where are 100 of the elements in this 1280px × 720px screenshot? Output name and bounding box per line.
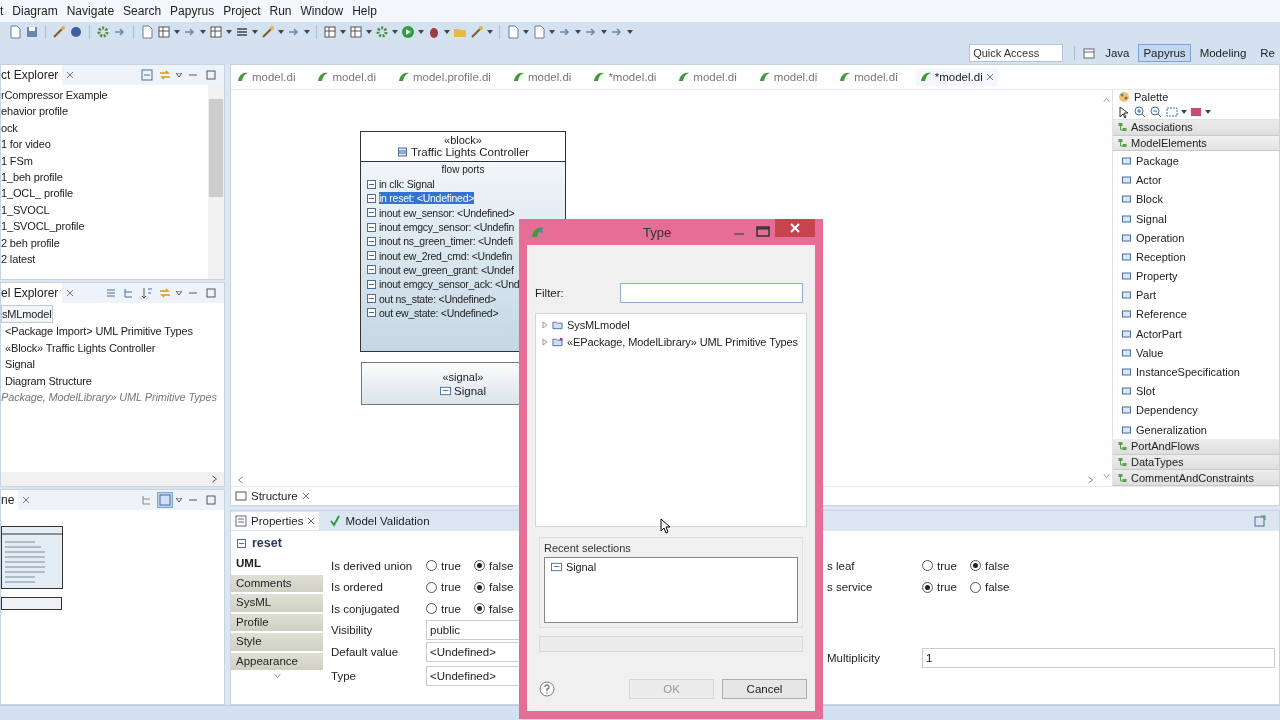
palette-tool[interactable]: Signal xyxy=(1121,208,1279,229)
scroll-right-icon[interactable] xyxy=(211,475,218,483)
scroll-down-icon[interactable] xyxy=(273,672,281,680)
close-icon[interactable] xyxy=(66,289,75,297)
caret-icon[interactable] xyxy=(1205,109,1211,114)
wand-icon[interactable] xyxy=(261,25,275,39)
wand-icon[interactable] xyxy=(470,25,484,39)
flow-port-label[interactable]: in reset: <Undefined> xyxy=(379,192,475,205)
palette-tool[interactable]: Reception xyxy=(1121,247,1279,267)
perspective-button[interactable]: Java xyxy=(1100,44,1135,62)
view-tab[interactable]: Properties xyxy=(231,512,320,530)
document-icon[interactable] xyxy=(140,25,154,39)
flow-port-label[interactable]: inout emgcy_sensor: <Undefin xyxy=(379,221,515,234)
gear-icon[interactable] xyxy=(96,25,110,39)
grid-icon[interactable] xyxy=(209,25,223,39)
palette-tool[interactable]: Value xyxy=(1121,343,1279,363)
tree-item[interactable]: <Package Import> UML Primitive Types xyxy=(1,323,224,340)
filter-field[interactable] xyxy=(620,283,803,303)
radio-button[interactable] xyxy=(474,581,485,593)
expand-icon[interactable] xyxy=(542,320,548,329)
editor-tab[interactable]: *model.di xyxy=(589,68,661,86)
palette-drawer[interactable]: PortAndFlows xyxy=(1113,439,1279,455)
list-item[interactable]: Signal xyxy=(566,560,596,573)
section-tab[interactable]: Appearance xyxy=(231,652,323,670)
caret-icon[interactable] xyxy=(418,30,424,34)
radio-button[interactable] xyxy=(970,560,981,572)
tree-item[interactable]: Diagram Structure xyxy=(1,372,224,389)
scroll-up-icon[interactable] xyxy=(1102,96,1110,104)
caret-icon[interactable] xyxy=(627,30,633,34)
menu-item[interactable]: Window xyxy=(300,4,344,18)
caret-icon[interactable] xyxy=(444,30,450,34)
view-menu-icon[interactable] xyxy=(176,498,182,502)
radio-button[interactable] xyxy=(426,560,437,572)
lines-icon[interactable] xyxy=(235,25,249,39)
dialog-button[interactable]: Cancel xyxy=(722,679,807,699)
palette-drawer[interactable]: Associations xyxy=(1113,120,1279,136)
tree-item[interactable]: Package, ModelLibrary» UML Primitive Types xyxy=(1,388,224,406)
caret-icon[interactable] xyxy=(226,30,232,34)
workspace-tree-item[interactable]: ehavior profile xyxy=(1,103,208,120)
grid-icon[interactable] xyxy=(323,25,337,39)
close-icon[interactable] xyxy=(22,496,31,504)
section-tab[interactable]: SysML xyxy=(231,594,323,612)
workspace-tree-item[interactable]: 1 for video xyxy=(1,136,208,153)
menu-item[interactable]: Papyrus xyxy=(170,4,215,18)
grid-icon[interactable] xyxy=(349,25,363,39)
view-menu-icon[interactable] xyxy=(176,291,182,295)
radio-button[interactable] xyxy=(922,581,933,593)
sphere-icon[interactable] xyxy=(69,25,83,39)
palette-tool[interactable]: Dependency xyxy=(1121,400,1279,420)
palette-tool[interactable]: Slot xyxy=(1121,381,1279,401)
workspace-tree-item[interactable]: rCompressor Example xyxy=(1,87,208,104)
workspace-tree-item[interactable]: 1_SVOCL xyxy=(1,201,208,219)
pointer-icon[interactable] xyxy=(1117,104,1131,119)
menu-item[interactable]: Project xyxy=(223,4,261,18)
menu-item[interactable]: Diagram xyxy=(12,4,58,18)
gear-icon[interactable] xyxy=(375,25,389,39)
flow-port-label[interactable]: inout ew_2red_cmd: <Undefin xyxy=(379,249,513,262)
flow-port-label[interactable]: out ns_state: <Undefined> xyxy=(379,292,496,305)
perspective-button[interactable]: Modeling xyxy=(1194,44,1252,62)
palette-tool[interactable]: Package xyxy=(1121,151,1279,171)
zoom-in-icon[interactable] xyxy=(1133,104,1147,119)
tree-item[interactable]: SysMLmodel xyxy=(567,318,630,331)
editor-tab[interactable]: model.di xyxy=(754,68,822,86)
palette-tool[interactable]: ActorPart xyxy=(1121,324,1279,344)
view-tab[interactable]: ct Explorer xyxy=(1,65,63,85)
close-icon[interactable] xyxy=(307,517,316,525)
radio-button[interactable] xyxy=(426,603,437,615)
scroll-right-icon[interactable] xyxy=(1087,476,1094,484)
caret-icon[interactable] xyxy=(487,30,493,34)
view-tab[interactable]: el Explorer xyxy=(1,283,63,303)
palette-tool[interactable]: Actor xyxy=(1121,170,1279,190)
close-icon[interactable] xyxy=(775,219,815,237)
menu-item[interactable]: Help xyxy=(352,4,377,18)
workspace-tree-item[interactable]: 1_beh profile xyxy=(1,168,208,186)
workspace-tree-item[interactable]: 2 latest xyxy=(1,250,208,268)
caret-icon[interactable] xyxy=(1181,109,1187,114)
caret-icon[interactable] xyxy=(340,30,346,34)
document-icon[interactable] xyxy=(8,25,22,39)
section-tab[interactable]: Profile xyxy=(231,613,323,631)
palette-tool[interactable]: Part xyxy=(1121,285,1279,305)
view-tab[interactable]: ne xyxy=(1,490,19,510)
editor-tab[interactable]: model.di xyxy=(674,68,741,86)
value-field[interactable]: 1 xyxy=(922,647,1275,668)
workspace-tree-item[interactable]: 1_SVOCL_profile xyxy=(1,218,208,235)
collapse-all-icon[interactable] xyxy=(140,68,154,82)
palette-tool[interactable]: Generalization xyxy=(1121,420,1279,440)
workspace-tree-item[interactable]: 1 FSm xyxy=(1,152,208,169)
tree-item[interactable]: «Block» Traffic Lights Controller xyxy=(1,339,224,357)
flow-port-label[interactable]: inout ew_sensor: <Undefined> xyxy=(379,206,515,219)
view-tab[interactable]: Model Validation xyxy=(325,512,434,530)
caret-icon[interactable] xyxy=(304,30,310,34)
close-icon[interactable] xyxy=(985,73,994,81)
close-icon[interactable] xyxy=(301,492,310,500)
caret-icon[interactable] xyxy=(549,30,555,34)
maximize-icon[interactable] xyxy=(204,493,218,507)
open-perspective-icon[interactable] xyxy=(1082,46,1097,60)
radio-button[interactable] xyxy=(970,581,981,593)
grid-icon[interactable] xyxy=(157,25,171,39)
workspace-tree-item[interactable]: ock xyxy=(1,119,208,137)
palette-tool[interactable]: Property xyxy=(1121,266,1279,286)
